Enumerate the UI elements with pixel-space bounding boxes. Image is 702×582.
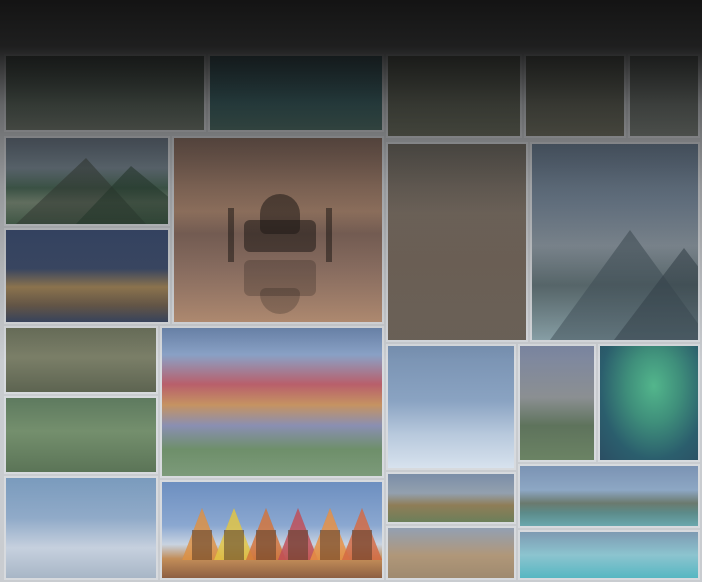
taj-mahal-photo: [172, 136, 384, 324]
bora-bora-photo: [518, 464, 700, 528]
mountains-photo: [4, 136, 170, 226]
glacier-photo: [530, 142, 700, 342]
petra-photo: [386, 142, 528, 342]
top-strip-photo-2: [208, 54, 384, 132]
savanna-photo: [386, 472, 516, 524]
top-strip-photo-1: [4, 54, 206, 132]
top-strip-photo-3: [386, 54, 522, 138]
top-strip-photo-5: [628, 54, 700, 138]
camels-photo: [386, 526, 516, 580]
rice-terraces-photo: [4, 396, 158, 474]
castle-photo: [4, 476, 158, 580]
ice-cliffs-photo: [386, 344, 516, 470]
bungalows-photo: [518, 530, 700, 580]
temple-ruins-photo: [4, 326, 158, 394]
photo-collage-background: [0, 0, 702, 582]
aurora-photo: [598, 344, 700, 462]
rainbow-mountains-photo: [160, 326, 384, 478]
top-strip-photo-4: [524, 54, 626, 138]
venice-photo: [4, 228, 170, 324]
sea-cliffs-photo: [518, 344, 596, 462]
huts-and-mountain-photo: [160, 480, 384, 580]
